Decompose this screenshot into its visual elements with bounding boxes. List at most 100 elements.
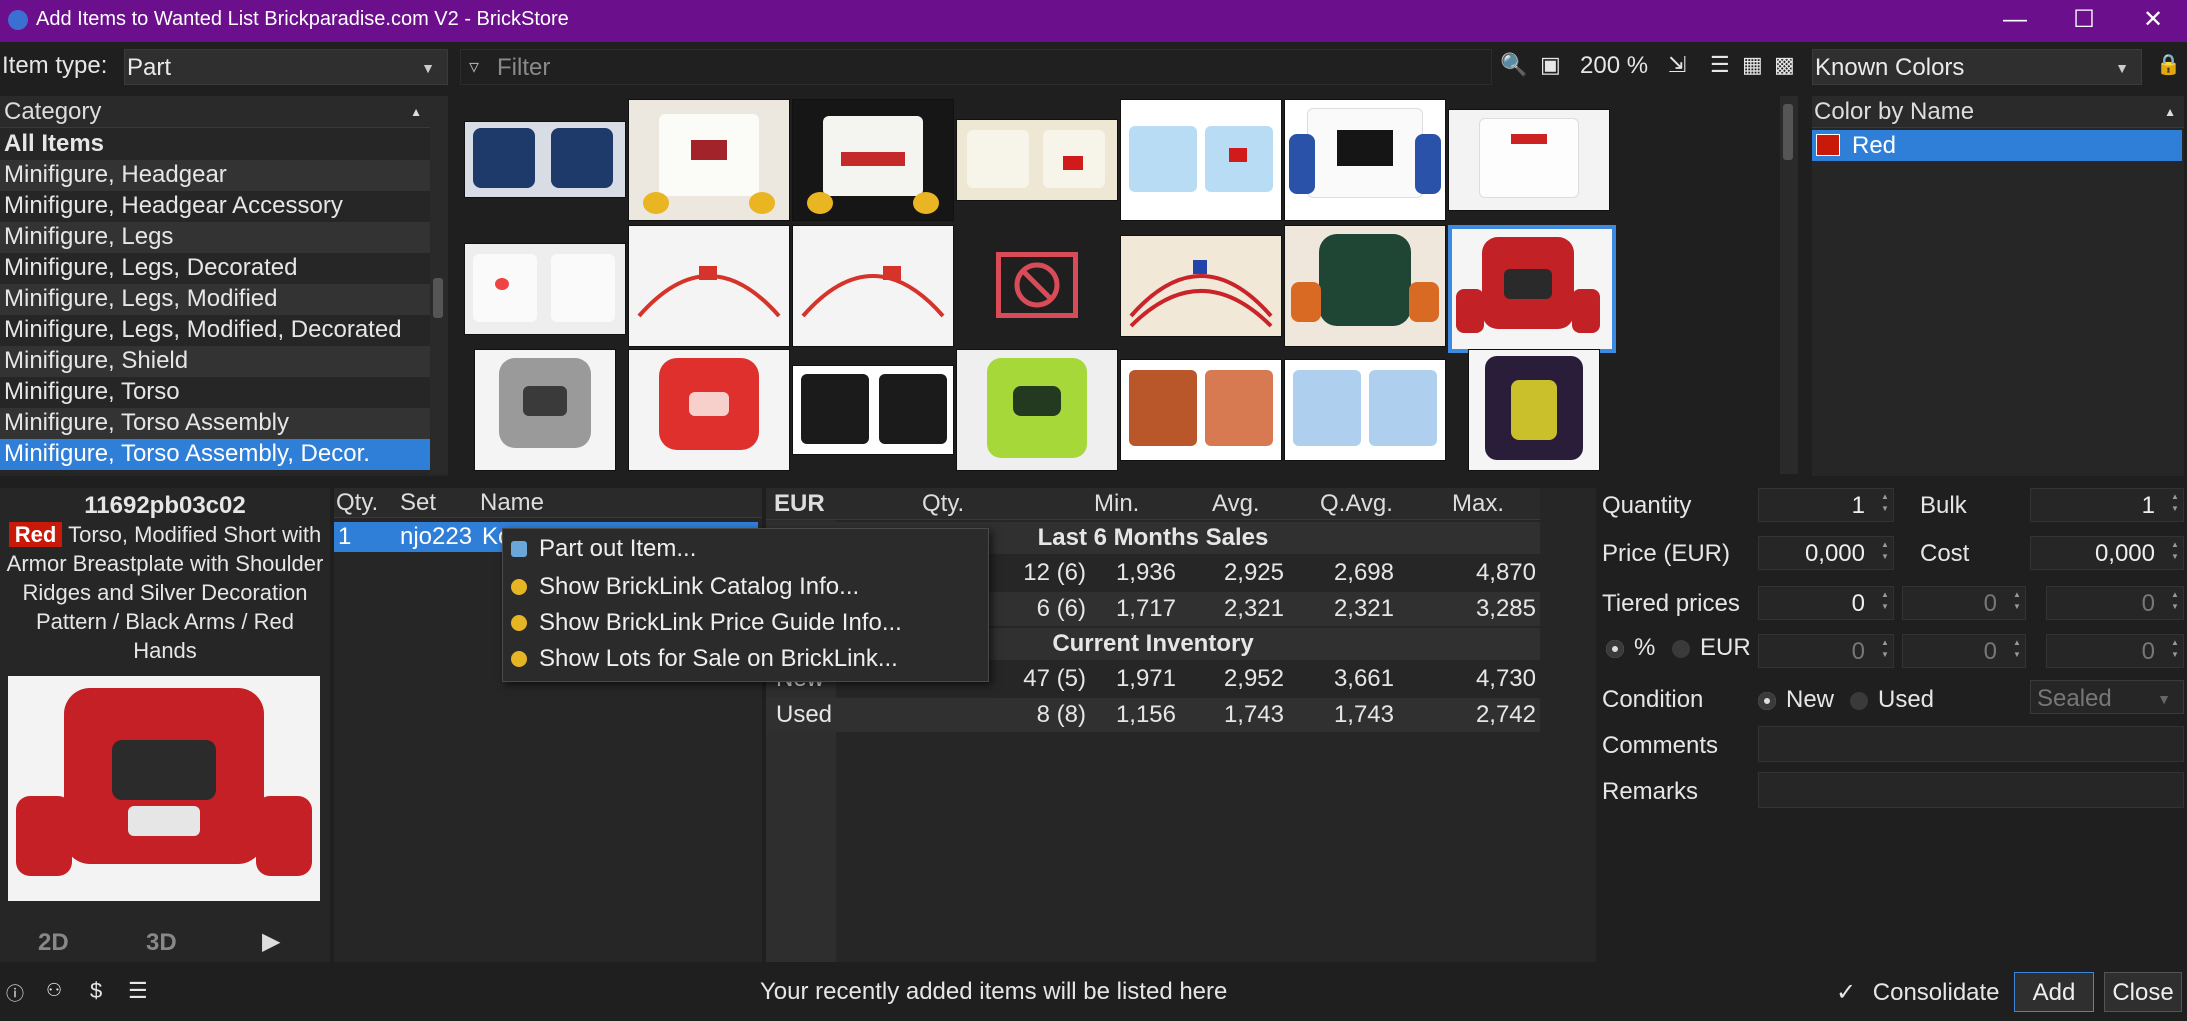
tier-percent-radio[interactable]: % (1606, 634, 1655, 662)
zoom-level[interactable]: 200 % (1580, 52, 1648, 80)
view-2d-button[interactable]: 2D (38, 929, 69, 957)
minimize-button[interactable]: — (1984, 0, 2046, 42)
list-with-images-icon[interactable]: ▦ (1742, 52, 1763, 78)
category-item[interactable]: Minifigure, Legs (0, 222, 432, 253)
comments-field[interactable] (1758, 726, 2184, 762)
category-item[interactable]: All Items (0, 129, 432, 160)
price-icon[interactable]: $ (90, 978, 102, 1004)
col-avg: Avg. (1212, 490, 1260, 517)
item-thumbnail[interactable] (464, 121, 626, 198)
condition-new-radio[interactable]: New (1758, 686, 1834, 714)
category-item[interactable]: Minifigure, Legs, Modified, Decorated (0, 315, 432, 346)
currency-label: EUR (774, 490, 825, 517)
category-item[interactable]: Minifigure, Legs, Modified (0, 284, 432, 315)
close-window-button[interactable]: ✕ (2122, 0, 2184, 42)
item-type-combo[interactable]: Part ▼ (124, 49, 448, 85)
item-thumbnail[interactable] (628, 225, 790, 347)
category-item[interactable]: Minifigure, Headgear Accessory (0, 191, 432, 222)
tier3-price[interactable]: 0 ▲ ▼ (2046, 634, 2184, 668)
sealed-combo[interactable]: Sealed ▼ (2030, 680, 2184, 714)
tier-eur-radio[interactable]: EUR (1672, 634, 1751, 662)
item-thumbnail-selected[interactable] (1448, 225, 1616, 353)
condition-used-radio[interactable]: Used (1850, 686, 1934, 714)
row-qty: 1 (338, 523, 352, 550)
category-item[interactable]: Minifigure, Torso Assembly (0, 408, 432, 439)
remarks-field[interactable] (1758, 772, 2184, 808)
col-name[interactable]: Name (480, 488, 544, 518)
menu-item-part-out[interactable]: Part out Item... (503, 531, 1026, 567)
item-thumbnail[interactable] (956, 119, 1118, 201)
category-header[interactable]: Category ▲ (0, 96, 430, 128)
item-thumbnail[interactable] (1120, 359, 1282, 461)
list-icon[interactable]: ☰ (128, 978, 148, 1004)
category-scrollbar[interactable] (430, 96, 448, 474)
new-label: New (1786, 686, 1835, 713)
item-thumbnail[interactable] (474, 349, 616, 471)
bulk-field[interactable]: 1 ▲ ▼ (2030, 488, 2184, 522)
menu-item-lots-for-sale[interactable]: Show Lots for Sale on BrickLink... (503, 641, 1026, 677)
item-thumbnail[interactable] (1120, 235, 1282, 337)
color-item-selected[interactable]: Red (1812, 130, 2182, 161)
item-thumbnail[interactable] (628, 99, 790, 221)
tier1-value: 0 (1851, 590, 1865, 617)
category-item[interactable]: Minifigure, Torso (0, 377, 432, 408)
search-icon[interactable]: 🔍 (1500, 52, 1527, 78)
color-header[interactable]: Color by Name ▲ (1812, 96, 2184, 128)
category-item[interactable]: Minifigure, Headgear (0, 160, 432, 191)
item-thumbnail[interactable] (792, 225, 954, 347)
context-menu: Part out Item... Show BrickLink Catalog … (502, 528, 989, 682)
no-image-icon[interactable] (996, 252, 1078, 318)
tier2-quantity[interactable]: 0 ▲ ▼ (1902, 586, 2026, 620)
cell-qavg: 2,321 (1333, 595, 1394, 622)
info-icon[interactable]: ⓘ (6, 980, 24, 1006)
color-header-label: Color by Name (1814, 98, 1975, 125)
tier1-quantity[interactable]: 0 ▲ ▼ (1758, 586, 1894, 620)
maximize-button[interactable]: ☐ (2053, 0, 2115, 42)
tier3-quantity[interactable]: 0 ▲ ▼ (2046, 586, 2184, 620)
close-button[interactable]: Close (2104, 972, 2182, 1012)
item-thumbnail[interactable] (628, 349, 790, 471)
app-logo-icon (8, 10, 28, 30)
col-qty[interactable]: Qty. (336, 488, 378, 518)
bricklink-toggle-icon[interactable]: ⚇ (46, 980, 62, 1001)
view-3d-button[interactable]: 3D (146, 929, 177, 957)
play-icon[interactable]: ▶ (262, 927, 280, 956)
item-thumbnail[interactable] (1284, 99, 1446, 221)
list-view-icon[interactable]: ☰ (1710, 52, 1730, 78)
quantity-field[interactable]: 1 ▲ ▼ (1758, 488, 1894, 522)
cell-qavg: 3,661 (1333, 665, 1394, 692)
package-icon (511, 541, 527, 557)
tier2-price[interactable]: 0 ▲ ▼ (1902, 634, 2026, 668)
zoom-reset-icon[interactable]: ⇲ (1668, 52, 1686, 78)
consolidate-checkbox[interactable]: ✓ Consolidate (1836, 978, 2000, 1007)
item-thumbnail[interactable] (1284, 225, 1446, 347)
add-button[interactable]: Add (2014, 972, 2094, 1012)
item-thumbnail[interactable] (464, 243, 626, 335)
menu-item-price-guide[interactable]: Show BrickLink Price Guide Info... (503, 605, 1026, 641)
condition-label: Condition (1602, 686, 1704, 713)
category-item-selected[interactable]: Minifigure, Torso Assembly, Decor. (0, 439, 432, 470)
filter-icon: ▿ (469, 56, 480, 78)
col-set[interactable]: Set (400, 488, 436, 518)
filter-input[interactable]: ▿ Filter (460, 49, 1492, 85)
item-thumbnail[interactable] (1284, 359, 1446, 461)
grid-view-icon[interactable]: ▩ (1774, 52, 1795, 78)
category-item[interactable]: Minifigure, Shield (0, 346, 432, 377)
menu-item-catalog-info[interactable]: Show BrickLink Catalog Info... (503, 569, 1026, 605)
lock-icon[interactable]: 🔒 (2156, 52, 2181, 77)
item-thumbnail[interactable] (1448, 109, 1610, 211)
colors-combo[interactable]: Known Colors ▼ (1812, 49, 2142, 85)
item-thumbnail[interactable] (1120, 99, 1282, 221)
category-item[interactable]: Minifigure, Legs, Decorated (0, 253, 432, 284)
thumbnail-scrollbar[interactable] (1780, 96, 1798, 474)
price-field[interactable]: 0,000 ▲ ▼ (1758, 536, 1894, 570)
item-thumbnail[interactable] (792, 99, 954, 221)
item-thumbnail[interactable] (1468, 349, 1600, 471)
item-id: 11692pb03c02 (84, 492, 246, 519)
tier1-price[interactable]: 0 ▲ ▼ (1758, 634, 1894, 668)
item-info-panel: 11692pb03c02 Red Torso, Modified Short w… (0, 488, 330, 962)
item-thumbnail[interactable] (956, 349, 1118, 471)
item-thumbnail[interactable] (792, 365, 954, 455)
zoom-fit-icon[interactable]: ▣ (1540, 52, 1561, 78)
cost-field[interactable]: 0,000 ▲ ▼ (2030, 536, 2184, 570)
